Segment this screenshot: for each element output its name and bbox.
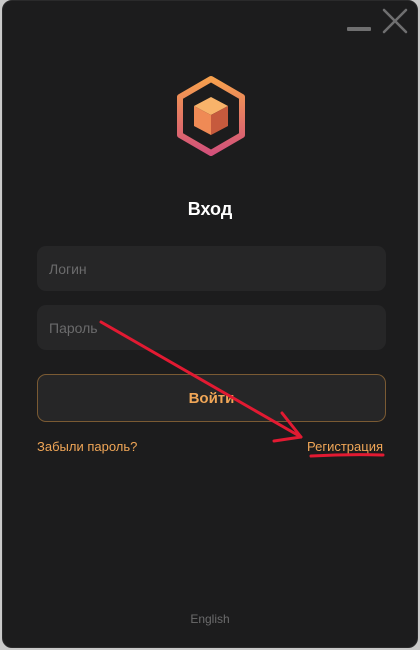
register-link[interactable]: Регистрация [307, 439, 383, 454]
login-field[interactable] [37, 246, 386, 291]
window-controls [347, 7, 409, 35]
minimize-icon[interactable] [347, 7, 371, 35]
password-field[interactable] [37, 305, 386, 350]
language-switch[interactable]: English [3, 612, 417, 626]
login-button[interactable]: Войти [37, 374, 386, 422]
forgot-password-link[interactable]: Забыли пароль? [37, 439, 137, 454]
page-title: Вход [187, 199, 233, 219]
login-window: Вход Войти Забыли пароль? Регистрация En… [2, 0, 418, 648]
hexagon-cube-logo [177, 76, 245, 156]
close-icon[interactable] [381, 7, 409, 35]
